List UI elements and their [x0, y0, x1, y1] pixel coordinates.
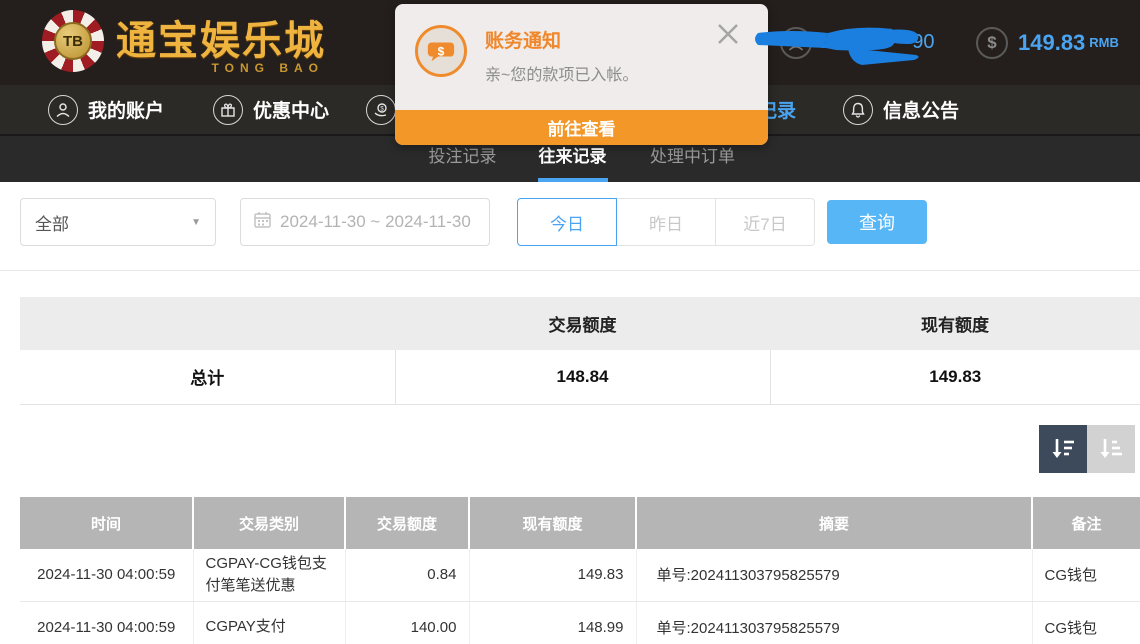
quick-range-7days[interactable]: 近7日: [715, 198, 815, 246]
section-divider: [0, 270, 1140, 271]
gift-icon: [213, 95, 243, 125]
col-header-time: 时间: [20, 497, 193, 549]
cell-time: 2024-11-30 04:00:59: [20, 601, 193, 644]
table-row: 2024-11-30 04:00:59 CGPAY支付 140.00 148.9…: [20, 601, 1140, 644]
summary-total-trade: 148.84: [395, 350, 770, 404]
balance-currency: RMB: [1089, 35, 1119, 50]
col-header-summary: 摘要: [636, 497, 1032, 549]
summary-header-empty: [20, 297, 395, 350]
col-header-balance: 现有额度: [469, 497, 636, 549]
money-message-icon: $: [415, 25, 467, 77]
table-header-row: 时间 交易类别 交易额度 现有额度 摘要 备注: [20, 497, 1140, 549]
cell-type: CGPAY支付: [193, 601, 345, 644]
nav-item-my-account[interactable]: 我的账户: [48, 85, 164, 134]
transaction-records-page: TB 通宝娱乐城 TONG BAO che 90 $ 149.83 RMB 我: [0, 0, 1140, 644]
notification-message: 亲~您的款项已入帐。: [485, 61, 638, 85]
username-prefix: che: [818, 31, 850, 54]
col-header-amount: 交易额度: [345, 497, 469, 549]
cell-time: 2024-11-30 04:00:59: [20, 549, 193, 601]
sort-descending-button[interactable]: [1039, 425, 1087, 473]
notification-title: 账务通知: [485, 26, 561, 53]
date-range-value: 2024-11-30 ~ 2024-11-30: [280, 212, 471, 232]
chevron-down-icon: ▼: [191, 217, 201, 228]
account-notification-popup: $ 账务通知 亲~您的款项已入帐。 前往查看: [395, 4, 768, 145]
logo-title: 通宝娱乐城: [116, 19, 326, 63]
user-avatar-icon: [780, 27, 812, 59]
site-logo[interactable]: TB 通宝娱乐城 TONG BAO: [42, 10, 326, 72]
transactions-table: 时间 交易类别 交易额度 现有额度 摘要 备注 2024-11-30 04:00…: [20, 497, 1140, 644]
type-select[interactable]: 全部 ▼: [20, 198, 216, 246]
sort-ascending-icon: [1097, 435, 1125, 463]
balance-amount: 149.83: [1018, 30, 1085, 56]
username-suffix: 90: [912, 31, 934, 54]
go-view-button[interactable]: 前往查看: [395, 110, 768, 145]
cell-type: CGPAY-CG钱包支付笔笔送优惠: [193, 549, 345, 601]
summary-total-row: 总计 148.84 149.83: [20, 350, 1140, 404]
type-select-value: 全部: [35, 210, 69, 235]
summary-header-trade: 交易额度: [395, 297, 770, 350]
summary-table: 交易额度 现有额度 总计 148.84 149.83: [20, 297, 1140, 405]
quick-range-today[interactable]: 今日: [517, 198, 617, 246]
cell-summary: 单号:202411303795825579: [636, 601, 1032, 644]
deposit-icon: $: [366, 95, 396, 125]
logo-subtitle: TONG BAO: [212, 61, 324, 75]
query-button[interactable]: 查询: [827, 200, 927, 244]
sort-descending-icon: [1049, 435, 1077, 463]
nav-item-announcements[interactable]: 信息公告: [843, 85, 959, 134]
poker-chip-icon: TB: [42, 10, 104, 72]
cell-note: CG钱包: [1032, 601, 1140, 644]
summary-header-balance: 现有额度: [770, 297, 1140, 350]
calendar-icon: [253, 210, 272, 234]
cell-balance: 149.83: [469, 549, 636, 601]
sort-ascending-button[interactable]: [1087, 425, 1135, 473]
cell-amount: 140.00: [345, 601, 469, 644]
cell-note: CG钱包: [1032, 549, 1140, 601]
col-header-note: 备注: [1032, 497, 1140, 549]
dollar-icon: $: [976, 27, 1008, 59]
bell-icon: [843, 95, 873, 125]
cell-balance: 148.99: [469, 601, 636, 644]
cell-summary: 单号:202411303795825579: [636, 549, 1032, 601]
wallet-balance[interactable]: $ 149.83 RMB: [976, 0, 1119, 85]
svg-text:$: $: [438, 45, 445, 59]
close-icon[interactable]: [714, 20, 742, 48]
col-header-type: 交易类别: [193, 497, 345, 549]
summary-total-label: 总计: [20, 350, 395, 404]
user-icon: [48, 95, 78, 125]
chip-monogram: TB: [54, 22, 92, 60]
summary-total-balance: 149.83: [770, 350, 1140, 404]
user-account[interactable]: che 90: [780, 0, 935, 85]
table-row: 2024-11-30 04:00:59 CGPAY-CG钱包支付笔笔送优惠 0.…: [20, 549, 1140, 601]
date-range-input[interactable]: 2024-11-30 ~ 2024-11-30: [240, 198, 490, 246]
nav-item-promotions[interactable]: 优惠中心: [213, 85, 329, 134]
quick-range-yesterday[interactable]: 昨日: [616, 198, 716, 246]
cell-amount: 0.84: [345, 549, 469, 601]
